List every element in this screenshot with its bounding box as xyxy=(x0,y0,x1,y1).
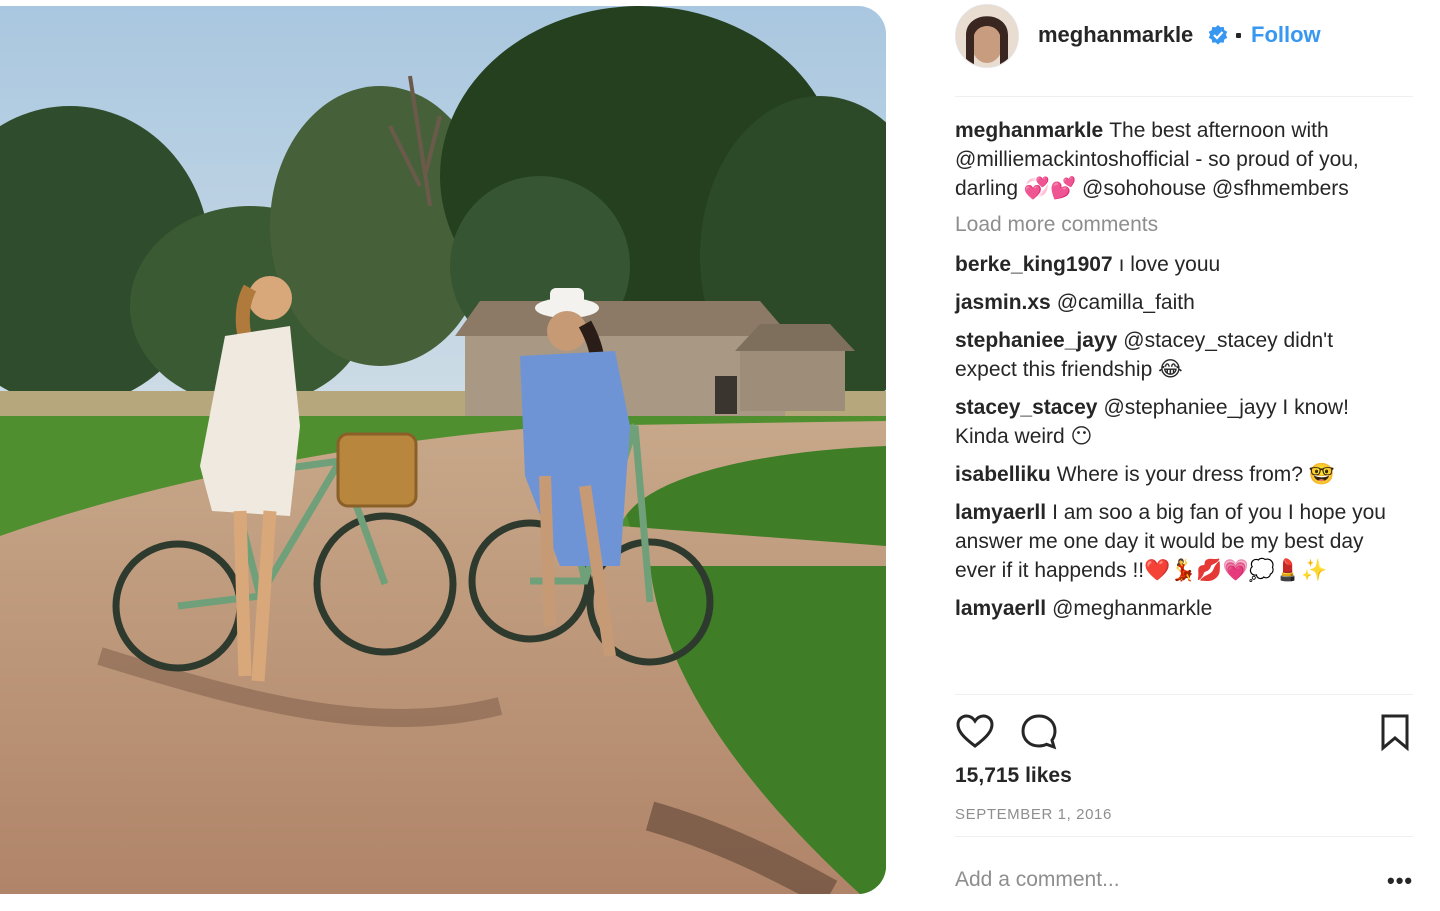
post-side-panel: meghanmarkle Follow meghanmarkle The best… xyxy=(955,0,1415,911)
header-username[interactable]: meghanmarkle xyxy=(1038,22,1193,48)
more-options-button[interactable]: ••• xyxy=(1387,868,1413,894)
comment-item: berke_king1907 ı love youu xyxy=(955,250,1395,279)
comment-username[interactable]: stephaniee_jayy xyxy=(955,329,1117,352)
comment-item: isabelliku Where is your dress from? 🤓 xyxy=(955,460,1395,489)
comment-username[interactable]: lamyaerll xyxy=(955,501,1046,524)
caption-username[interactable]: meghanmarkle xyxy=(955,119,1103,142)
comment-username[interactable]: stacey_stacey xyxy=(955,396,1097,419)
separator-dot xyxy=(1236,33,1241,38)
verified-badge-icon xyxy=(1208,25,1228,45)
comment-bubble-icon[interactable] xyxy=(1019,712,1059,752)
comment-item: lamyaerll I am soo a big fan of you I hop… xyxy=(955,498,1395,585)
bookmark-icon[interactable] xyxy=(1375,712,1415,752)
comment-username[interactable]: jasmin.xs xyxy=(955,291,1051,314)
comment-text: @camilla_faith xyxy=(1056,291,1195,314)
comment-item: stephaniee_jayy @stacey_stacey didn't exp… xyxy=(955,326,1395,384)
post-photo[interactable] xyxy=(0,6,886,894)
post-caption: meghanmarkle The best afternoon with @mil… xyxy=(955,116,1395,203)
comment-text: @meghanmarkle xyxy=(1052,597,1213,620)
comment-username[interactable]: berke_king1907 xyxy=(955,253,1113,276)
load-more-comments-button[interactable]: Load more comments xyxy=(955,213,1395,237)
header-divider xyxy=(955,96,1413,97)
follow-button[interactable]: Follow xyxy=(1251,22,1321,48)
add-comment-input[interactable]: Add a comment... xyxy=(955,868,1120,892)
actions-divider xyxy=(955,694,1413,695)
comment-text: Where is your dress from? 🤓 xyxy=(1056,463,1335,486)
post-date: SEPTEMBER 1, 2016 xyxy=(955,806,1112,823)
heart-icon[interactable] xyxy=(955,712,995,752)
avatar[interactable] xyxy=(955,4,1019,68)
post-header: meghanmarkle Follow xyxy=(955,2,1415,68)
comment-text: ı love youu xyxy=(1118,253,1221,276)
comment-username[interactable]: lamyaerll xyxy=(955,597,1046,620)
comment-item: stacey_stacey @stephaniee_jayy I know! Ki… xyxy=(955,393,1395,451)
comment-username[interactable]: isabelliku xyxy=(955,463,1051,486)
comment-item: jasmin.xs @camilla_faith xyxy=(955,288,1395,317)
post-photo-image xyxy=(0,6,886,894)
comments-list: meghanmarkle The best afternoon with @mil… xyxy=(955,116,1395,632)
comment-box-divider xyxy=(955,836,1413,837)
action-bar xyxy=(955,712,1413,756)
avatar-image xyxy=(956,5,1018,67)
likes-count[interactable]: 15,715 likes xyxy=(955,764,1072,788)
comment-item: lamyaerll @meghanmarkle xyxy=(955,594,1395,623)
